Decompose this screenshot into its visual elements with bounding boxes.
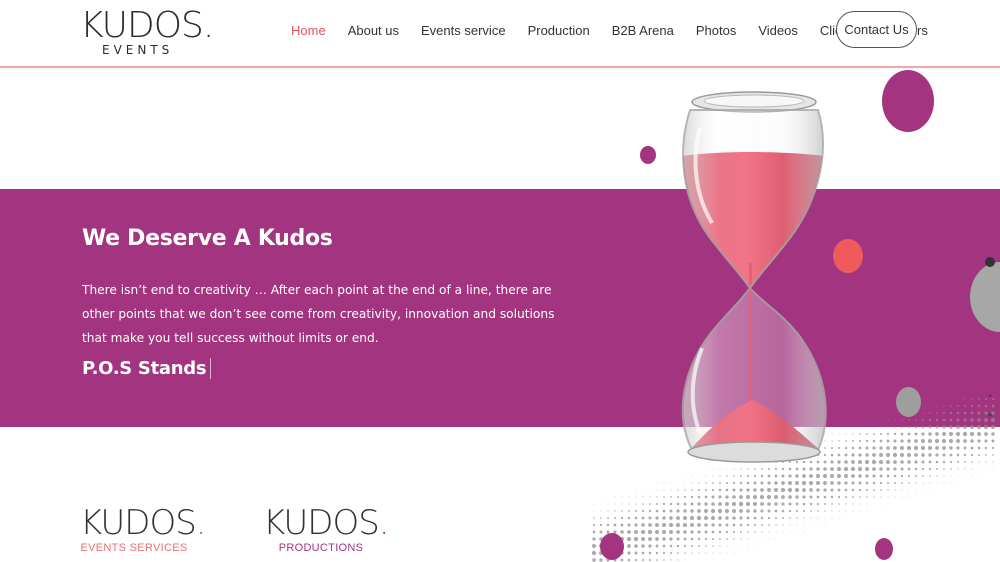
brand-subtitle: PRODUCTIONS (278, 542, 364, 554)
logo-subtitle: EVENTS (102, 43, 174, 57)
nav-photos[interactable]: Photos (696, 23, 736, 38)
hero-description: There isn’t end to creativity … After ea… (82, 283, 555, 345)
hero-title: We Deserve A Kudos (82, 226, 333, 251)
decorative-circle-gray (896, 387, 921, 417)
brand-logo-productions[interactable]: KUDOS. PRODUCTIONS (263, 503, 390, 555)
decorative-circle-purple-bottom-right (875, 538, 893, 560)
brand-subtitle: EVENTS SERVICES (80, 542, 188, 554)
hero-rotating-subtitle: P.O.S Stands (82, 358, 212, 379)
nav-events-service[interactable]: Events service (421, 23, 506, 38)
decorative-dot-dark (985, 257, 995, 267)
contact-us-button[interactable]: Contact Us (836, 11, 917, 48)
brand-logo-events-services[interactable]: KUDOS. EVENTS SERVICES (80, 503, 207, 555)
decorative-circle-purple-small (640, 146, 656, 164)
kudos-events-logo[interactable]: KUDOS. EVENTS (80, 6, 214, 58)
brand-wordmark: KUDOS. (263, 503, 390, 543)
brand-wordmark: KUDOS. (80, 503, 207, 543)
nav-b2b-arena[interactable]: B2B Arena (612, 23, 674, 38)
decorative-circle-purple-large (882, 70, 934, 132)
hourglass-image (681, 91, 827, 463)
logo-wordmark: KUDOS. (80, 5, 214, 46)
decorative-circle-purple-bottom-left (600, 533, 624, 560)
nav-production[interactable]: Production (528, 23, 590, 38)
nav-home[interactable]: Home (291, 23, 326, 38)
nav-videos[interactable]: Videos (758, 23, 798, 38)
site-header: KUDOS. EVENTS Home About us Events servi… (0, 0, 1000, 68)
nav-about-us[interactable]: About us (348, 23, 399, 38)
